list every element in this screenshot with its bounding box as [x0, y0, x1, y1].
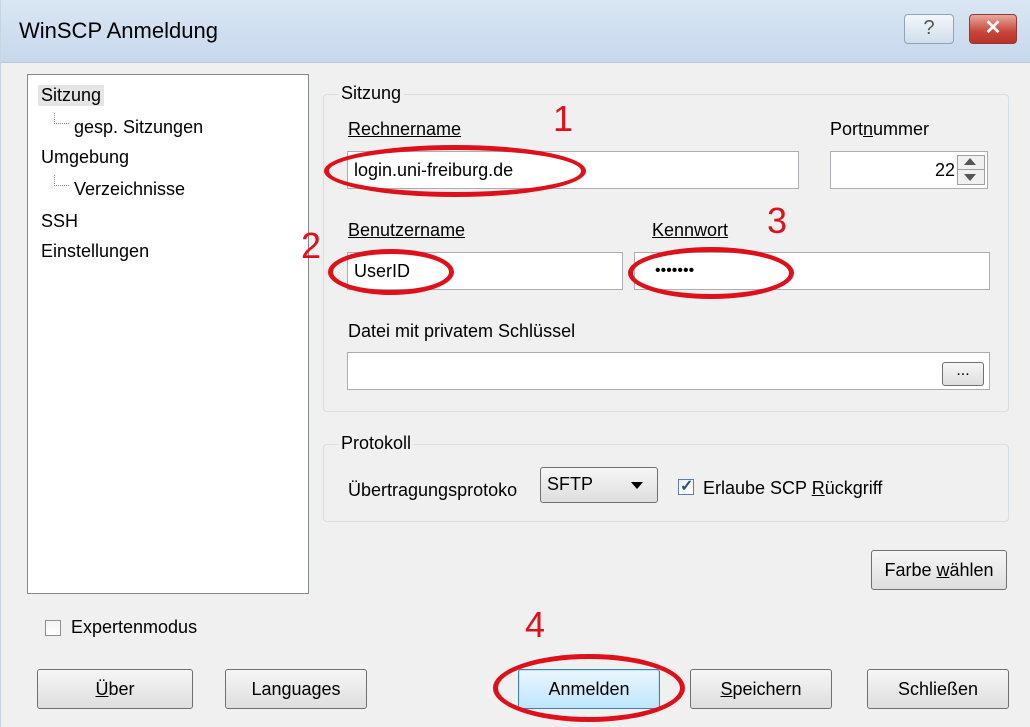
- expert-mode-label: Expertenmodus: [71, 617, 198, 637]
- close-button[interactable]: Schließen: [867, 669, 1009, 709]
- annotation-ellipse-password: [628, 247, 794, 299]
- annotation-number-1: 1: [553, 98, 574, 139]
- scp-fallback-label: Erlaube SCP Rückgriff: [703, 478, 883, 498]
- languages-button[interactable]: Languages: [225, 669, 367, 709]
- checkmark-icon: ✓: [680, 478, 694, 495]
- choose-color-button[interactable]: Farbe wählen: [871, 550, 1007, 590]
- help-button[interactable]: ?: [904, 14, 954, 44]
- scp-fallback-checkbox[interactable]: ✓: [678, 478, 694, 495]
- session-group-title: Sitzung: [338, 83, 405, 104]
- tree-item-ssh[interactable]: SSH: [41, 211, 78, 232]
- winscp-login-dialog: WinSCP Anmeldung ? ✕ Sitzung gesp. Sitzu…: [0, 0, 1030, 727]
- tree-item-sitzung[interactable]: Sitzung: [38, 85, 105, 106]
- transfer-protocol-value: SFTP: [547, 474, 594, 494]
- tree-item-umgebung[interactable]: Umgebung: [41, 147, 129, 168]
- window-title: WinSCP Anmeldung: [19, 18, 218, 43]
- transfer-protocol-select[interactable]: SFTP: [540, 467, 658, 503]
- tree-item-verzeichnisse[interactable]: Verzeichnisse: [74, 179, 185, 200]
- port-spinner[interactable]: [957, 155, 985, 185]
- annotation-ellipse-host: [324, 145, 586, 197]
- tree-item-saved-sessions[interactable]: gesp. Sitzungen: [74, 117, 203, 138]
- user-label: Benutzername: [348, 220, 466, 240]
- navigation-tree: Sitzung gesp. Sitzungen Umgebung Verzeic…: [27, 74, 309, 594]
- close-window-button[interactable]: ✕: [969, 14, 1017, 44]
- port-label: Portnummer: [830, 119, 930, 139]
- protocol-group-title: Protokoll: [338, 433, 415, 454]
- annotation-number-4: 4: [525, 604, 546, 645]
- tree-connector: [54, 175, 69, 186]
- save-button[interactable]: Speichern: [690, 669, 832, 709]
- keyfile-input[interactable]: [347, 352, 990, 390]
- expert-mode-checkbox[interactable]: [45, 620, 61, 636]
- annotation-number-2: 2: [301, 225, 322, 266]
- annotation-ellipse-user: [328, 249, 454, 295]
- host-label: Rechnername: [348, 119, 462, 139]
- title-bar: WinSCP Anmeldung ? ✕: [1, 0, 1030, 63]
- browse-button[interactable]: ...: [942, 362, 984, 386]
- spin-up-icon[interactable]: [964, 158, 976, 165]
- chevron-down-icon: [631, 482, 643, 489]
- tree-connector: [54, 113, 69, 124]
- tree-item-einstellungen[interactable]: Einstellungen: [41, 241, 149, 262]
- about-button[interactable]: Über: [37, 669, 193, 709]
- transfer-protocol-label: Übertragungsprotoko: [348, 480, 518, 500]
- annotation-ellipse-login: [493, 654, 685, 722]
- spinner-divider: [958, 169, 984, 170]
- annotation-number-3: 3: [767, 200, 788, 241]
- spin-down-icon[interactable]: [964, 174, 976, 181]
- password-label: Kennwort: [652, 220, 729, 240]
- keyfile-label: Datei mit privatem Schlüssel: [348, 321, 576, 341]
